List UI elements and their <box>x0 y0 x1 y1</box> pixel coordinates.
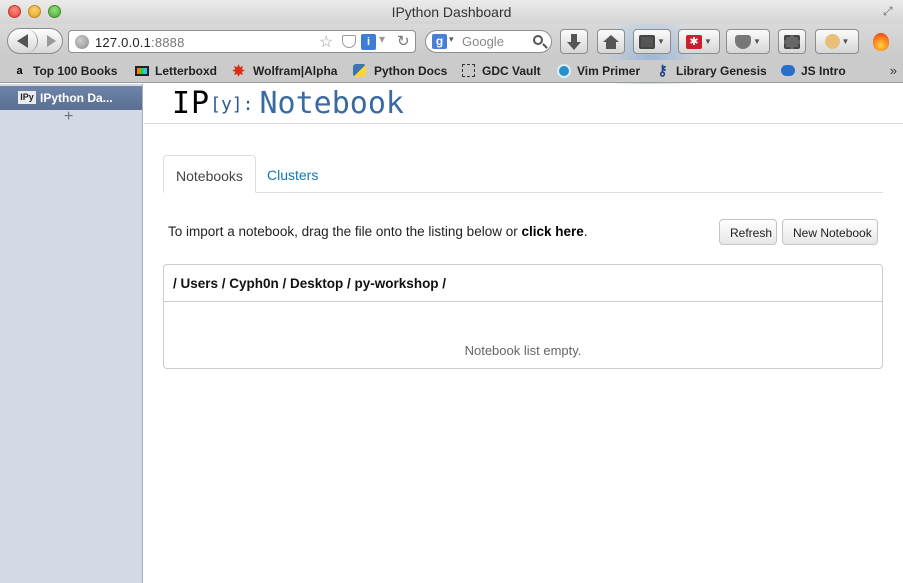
bookmarks-menu-button[interactable]: ▼ <box>633 29 671 54</box>
url-bar[interactable]: 127.0.0.1:8888 ☆ i ▾ ↻ <box>68 30 416 53</box>
chevron-down-icon: ▼ <box>704 37 712 46</box>
pocket-icon[interactable] <box>342 35 356 48</box>
flame-icon <box>873 32 889 51</box>
bookmark-vim-primer[interactable]: Vim Primer <box>577 64 640 78</box>
import-text: To import a notebook, drag the file onto… <box>168 224 522 239</box>
extension-red-button[interactable]: ✱ ▼ <box>678 29 720 54</box>
wolfram-icon: ✸ <box>232 62 245 80</box>
empty-list-message: Notebook list empty. <box>464 343 582 358</box>
bookmarks-toolbar: a Top 100 Books Letterboxd ✸ Wolfram|Alp… <box>0 60 903 83</box>
bookmark-gdc-vault[interactable]: GDC Vault <box>482 64 541 78</box>
notebook-path-breadcrumb: / Users / Cyph0n / Desktop / py-workshop… <box>164 265 882 302</box>
click-here-link[interactable]: click here <box>521 224 583 239</box>
chevron-down-icon: ▼ <box>841 37 850 46</box>
pocket-menu-button[interactable]: ▼ <box>726 29 770 54</box>
bookmark-letterboxd[interactable]: Letterboxd <box>155 64 217 78</box>
google-icon[interactable]: g <box>432 34 447 49</box>
back-arrow-icon <box>17 34 28 48</box>
logo-y-text: [y]: <box>210 94 254 115</box>
firefox-menu-button[interactable] <box>867 29 895 54</box>
download-arrow-icon <box>567 33 581 50</box>
import-instructions: To import a notebook, drag the file onto… <box>168 224 588 239</box>
search-bar[interactable]: g ▾ <box>425 30 552 53</box>
window-titlebar: IPython Dashboard ⤢ <box>0 0 903 24</box>
home-button[interactable] <box>597 29 625 54</box>
vim-icon <box>556 63 571 78</box>
bookmark-wolfram-alpha[interactable]: Wolfram|Alpha <box>253 64 337 78</box>
bookmark-top-100-books[interactable]: Top 100 Books <box>33 64 117 78</box>
chevron-down-icon: ▼ <box>657 37 665 46</box>
new-tab-plus-icon[interactable]: + <box>64 108 73 126</box>
notebook-listing[interactable]: / Users / Cyph0n / Desktop / py-workshop… <box>163 264 883 369</box>
python-icon <box>352 63 367 78</box>
bookmarks-star-icon <box>639 34 656 49</box>
sidebar-tab-ipython-dashboard[interactable]: IPy IPython Da... <box>0 86 142 110</box>
page-content: IP[y]: Notebook Notebooks Clusters To imp… <box>144 84 903 583</box>
tab-clusters[interactable]: Clusters <box>255 155 330 193</box>
navigation-toolbar: 127.0.0.1:8888 ☆ i ▾ ↻ g ▾ ▼ ✱ ▼ ▼ ▼ <box>0 24 903 104</box>
forward-arrow-icon <box>46 35 56 47</box>
chevron-down-icon: ▼ <box>753 37 761 46</box>
search-input[interactable] <box>462 33 532 50</box>
chat-icon <box>780 63 795 78</box>
url-dropdown-icon[interactable]: ▾ <box>379 32 385 46</box>
back-forward-group <box>7 28 63 54</box>
search-icon[interactable] <box>533 35 543 45</box>
url-text[interactable]: 127.0.0.1:8888 <box>95 35 185 50</box>
site-identity-icon[interactable] <box>75 35 89 49</box>
ipython-favicon-icon: IPy <box>18 91 36 104</box>
info-icon[interactable]: i <box>361 34 376 50</box>
screenshot-button[interactable] <box>778 29 806 54</box>
dotted-square-icon <box>461 63 476 78</box>
url-host: 127.0.0.1 <box>95 35 152 50</box>
library-icon: ⚷ <box>657 62 668 78</box>
reload-icon[interactable]: ↻ <box>397 32 410 50</box>
home-icon <box>603 34 619 49</box>
refresh-button[interactable]: Refresh <box>719 219 777 245</box>
ipython-notebook-logo[interactable]: IP[y]: Notebook <box>172 86 404 122</box>
page-header: IP[y]: Notebook <box>144 84 903 124</box>
extension-face-button[interactable]: ▼ <box>815 29 859 54</box>
logo-notebook-text: Notebook <box>259 86 404 121</box>
dashboard-tabs: Notebooks Clusters <box>163 155 883 193</box>
back-button[interactable] <box>8 29 38 53</box>
url-port: :8888 <box>151 35 185 50</box>
sidebar-tab-label: IPython Da... <box>40 91 113 105</box>
downloads-button[interactable] <box>560 29 588 54</box>
fullscreen-icon[interactable]: ⤢ <box>883 4 897 18</box>
new-notebook-button[interactable]: New Notebook <box>782 219 878 245</box>
screenshot-icon <box>784 34 800 49</box>
forward-button[interactable] <box>40 29 62 53</box>
face-icon <box>824 34 840 49</box>
tab-notebooks[interactable]: Notebooks <box>163 155 256 193</box>
more-bookmarks-chevron-icon[interactable]: » <box>890 63 897 78</box>
letterboxd-icon <box>134 63 149 78</box>
search-engine-dropdown-icon[interactable]: ▾ <box>449 34 454 45</box>
tab-sidebar: IPy IPython Da... + <box>0 84 143 583</box>
bookmark-star-icon[interactable]: ☆ <box>319 32 333 52</box>
logo-ip-text: IP <box>172 86 211 121</box>
bookmark-library-genesis[interactable]: Library Genesis <box>676 64 767 78</box>
amazon-icon: a <box>16 64 23 77</box>
window-title: IPython Dashboard <box>391 4 512 20</box>
pocket-save-icon <box>735 34 752 49</box>
bookmark-python-docs[interactable]: Python Docs <box>374 64 447 78</box>
import-end: . <box>583 224 588 239</box>
bookmark-js-intro[interactable]: JS Intro <box>801 64 846 78</box>
red-extension-icon: ✱ <box>686 34 703 49</box>
